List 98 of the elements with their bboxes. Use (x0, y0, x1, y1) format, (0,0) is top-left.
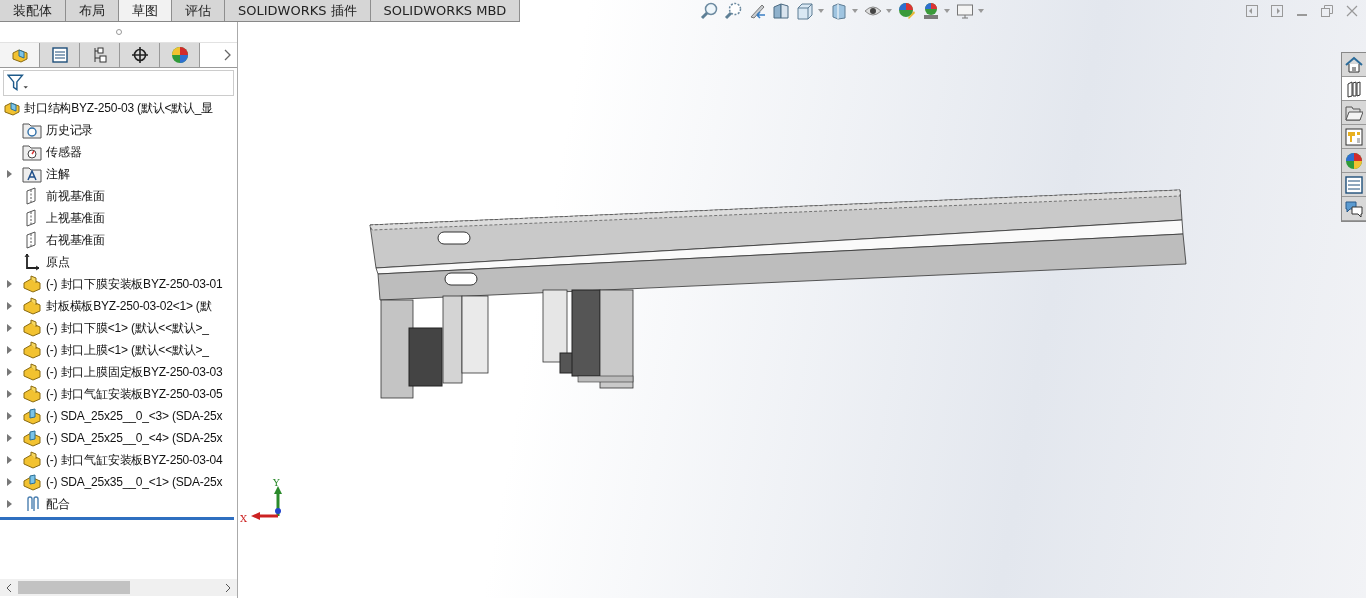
scroll-right-icon[interactable] (225, 583, 231, 592)
zoom-area-icon[interactable] (724, 2, 743, 20)
x-axis-label: X (240, 513, 248, 524)
monitor-icon[interactable] (956, 2, 975, 20)
tree-item[interactable]: 原点 (46, 253, 70, 271)
history-folder-icon (22, 121, 42, 139)
crosshair-icon (130, 46, 149, 64)
properties-tab[interactable] (1342, 173, 1366, 197)
expand-arrow-icon[interactable] (6, 500, 12, 508)
expand-arrow-icon[interactable] (6, 368, 12, 376)
speech-bubbles-icon (1345, 199, 1363, 218)
library-tab[interactable] (1342, 77, 1366, 101)
expand-arrow-icon[interactable] (6, 434, 12, 442)
axis-triad-icon (251, 486, 282, 520)
home-tab[interactable] (1342, 53, 1366, 77)
caret-icon[interactable] (852, 9, 859, 13)
sensor-folder-icon (22, 143, 42, 161)
tree-item[interactable]: 传感器 (46, 143, 82, 161)
grip-icon[interactable] (115, 29, 122, 35)
origin-icon (22, 253, 42, 271)
folder-tab[interactable] (1342, 101, 1366, 125)
part-icon (22, 429, 42, 447)
tree-item[interactable]: 封板横板BYZ-250-03-02<1> (默 (46, 297, 212, 315)
list-icon (50, 46, 69, 64)
property-tab[interactable] (40, 43, 80, 67)
part-icon (22, 297, 42, 315)
part-icon (22, 473, 42, 491)
filter-icon[interactable] (7, 74, 29, 92)
part-icon (22, 451, 42, 469)
palette-icon (1345, 127, 1363, 146)
expand-arrow-icon[interactable] (6, 170, 12, 178)
feature-tab[interactable] (0, 43, 40, 67)
scroll-left-icon[interactable] (6, 583, 12, 592)
part-icon (22, 363, 42, 381)
tree-item[interactable]: (-) SDA_25x25__0_<4> (SDA-25x (46, 431, 223, 445)
zoom-to-fit-icon[interactable] (700, 2, 719, 20)
tree-item[interactable]: (-) 封口气缸安装板BYZ-250-03-05 (46, 385, 223, 403)
expand-arrow-icon[interactable] (6, 324, 12, 332)
part-icon (22, 385, 42, 403)
expand-arrow-icon[interactable] (6, 280, 12, 288)
scene-icon[interactable] (922, 2, 941, 20)
y-axis-label: Y (273, 477, 280, 488)
tree-item[interactable]: (-) SDA_25x35__0_<1> (SDA-25x (46, 475, 223, 489)
palette-tab[interactable] (1342, 125, 1366, 149)
forum-tab[interactable] (1342, 197, 1366, 221)
part-icon (22, 341, 42, 359)
color-ball-icon (1345, 151, 1363, 170)
tree-item[interactable]: (-) 封口气缸安装板BYZ-250-03-04 (46, 451, 223, 469)
horizontal-scrollbar[interactable] (0, 579, 237, 596)
expand-arrow-icon[interactable] (6, 478, 12, 486)
appearance-tab[interactable] (1342, 149, 1366, 173)
caret-icon[interactable] (886, 9, 893, 13)
section-view-icon[interactable] (772, 2, 791, 20)
restore-icon[interactable] (1321, 5, 1333, 17)
annotation-folder-icon (22, 165, 42, 183)
tree-item[interactable]: 历史记录 (46, 121, 94, 139)
chevron-right-icon[interactable] (223, 49, 231, 61)
expand-arrow-icon[interactable] (6, 456, 12, 464)
tree-item[interactable]: 注解 (46, 165, 70, 183)
assembly-icon (3, 99, 21, 117)
home-icon (1345, 55, 1363, 74)
books-icon (1345, 79, 1363, 98)
expand-arrow-icon[interactable] (6, 390, 12, 398)
previous-view-icon[interactable] (748, 2, 767, 20)
ribbon-tab[interactable]: 草图 (119, 0, 172, 21)
tree-item[interactable]: (-) SDA_25x25__0_<3> (SDA-25x (46, 409, 223, 423)
close-icon[interactable] (1346, 5, 1358, 17)
tree-item[interactable]: (-) 封口上膜<1> (默认<<默认>_ (46, 341, 209, 359)
edit-appearance-icon[interactable] (898, 2, 917, 20)
tree-item[interactable]: 配合 (46, 495, 70, 513)
tree-item[interactable]: 右视基准面 (46, 231, 105, 249)
caret-icon[interactable] (978, 9, 985, 13)
target-tab[interactable] (120, 43, 160, 67)
scrollbar-thumb[interactable] (18, 581, 130, 594)
color-ball-icon (170, 46, 189, 64)
tree-item[interactable]: (-) 封口下膜安装板BYZ-250-03-01 (46, 275, 223, 293)
expand-arrow-icon[interactable] (6, 346, 12, 354)
configuration-tab[interactable] (80, 43, 120, 67)
display-tab[interactable] (160, 43, 200, 67)
assembly-icon (10, 46, 29, 64)
tree-item[interactable]: (-) 封口上膜固定板BYZ-250-03-03 (46, 363, 223, 381)
tree-item[interactable]: 前视基准面 (46, 187, 105, 205)
caret-icon[interactable] (818, 9, 825, 13)
view-orientation-icon[interactable] (796, 2, 815, 20)
expand-arrow-icon[interactable] (6, 302, 12, 310)
caret-icon[interactable] (944, 9, 951, 13)
tree-item[interactable]: 上视基准面 (46, 209, 105, 227)
tree-item[interactable]: 封口结构BYZ-250-03 (默认<默认_显 (24, 99, 214, 117)
part-icon (22, 319, 42, 337)
tree-item[interactable]: (-) 封口下膜<1> (默认<<默认>_ (46, 319, 209, 337)
list-icon (1345, 175, 1363, 194)
display-style-icon[interactable] (830, 2, 849, 20)
next-window-icon[interactable] (1271, 5, 1283, 17)
folder-icon (1345, 103, 1363, 122)
part-icon (22, 407, 42, 425)
previous-window-icon[interactable] (1246, 5, 1258, 17)
expand-arrow-icon[interactable] (6, 412, 12, 420)
part-icon (22, 275, 42, 293)
